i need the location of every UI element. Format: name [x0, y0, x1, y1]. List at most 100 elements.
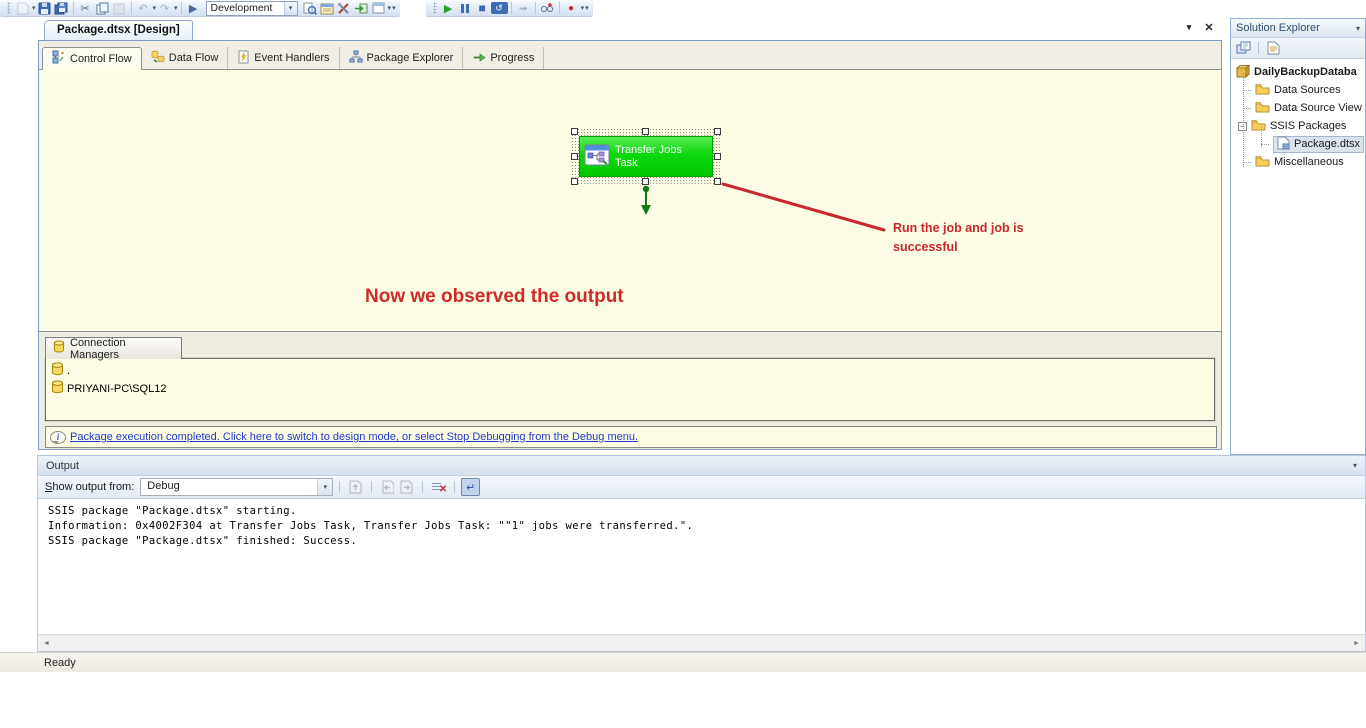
document-tab[interactable]: Package.dtsx [Design] [44, 20, 193, 40]
tree-item-data-sources[interactable]: Data Sources [1231, 81, 1365, 99]
toolbar-separator [339, 481, 340, 493]
tree-guide-stub [1243, 108, 1251, 109]
tab-progress[interactable]: Progress [463, 47, 544, 69]
configuration-combobox[interactable]: Development ▾ [206, 1, 298, 16]
redo-dropdown-icon[interactable]: ▾ [174, 4, 178, 12]
tree-item-package-dtsx[interactable]: Package.dtsx [1231, 135, 1365, 153]
find-icon[interactable] [302, 1, 319, 16]
transfer-jobs-task[interactable]: Transfer Jobs Task [579, 136, 713, 177]
toolbar-grip[interactable] [433, 2, 437, 14]
breakpoints-icon[interactable]: ● [563, 1, 580, 16]
resize-handle[interactable] [571, 128, 578, 135]
clear-all-icon[interactable]: ✕ [429, 478, 448, 496]
start-debugging-icon[interactable]: ▶ [185, 1, 202, 16]
toolbar-separator [535, 2, 536, 14]
paste-icon[interactable] [111, 1, 128, 16]
copy-icon[interactable] [94, 1, 111, 16]
resize-handle[interactable] [571, 178, 578, 185]
tree-item-ssis-packages[interactable]: − SSIS Packages [1231, 117, 1365, 135]
find-message-icon[interactable] [346, 478, 365, 496]
connection-managers-tab[interactable]: Connection Managers [45, 337, 182, 359]
scroll-right-icon[interactable]: ► [1348, 635, 1365, 651]
breakpoints-dropdown-icon[interactable]: ▾ [581, 4, 585, 12]
package-explorer-icon [349, 50, 363, 67]
connection-manager-item[interactable]: PRIYANI-PC\SQL12 [51, 380, 1209, 398]
add-window-icon[interactable] [370, 1, 387, 16]
resize-handle[interactable] [642, 128, 649, 135]
output-header[interactable]: Output ▾ [38, 456, 1365, 476]
debug-info-bar: i Package execution completed. Click her… [45, 426, 1217, 448]
stop-debugging-link[interactable]: Package execution completed. Click here … [70, 431, 638, 443]
save-icon[interactable] [36, 1, 53, 16]
tree-guide-line [1243, 73, 1244, 167]
active-files-dropdown-icon[interactable]: ▾ [1182, 22, 1196, 33]
tab-package-explorer[interactable]: Package Explorer [340, 47, 464, 69]
solution-tree: DailyBackupDataba Data Sources Data Sour… [1231, 59, 1365, 171]
save-all-icon[interactable] [53, 1, 70, 16]
tab-control-flow[interactable]: Control Flow [42, 47, 142, 70]
task-selection-marquee[interactable]: Transfer Jobs Task [571, 128, 721, 185]
connection-manager-item[interactable]: . [51, 362, 1209, 380]
output-line: SSIS package "Package.dtsx" starting. [48, 504, 1365, 519]
horizontal-scrollbar[interactable]: ◄ ► [38, 634, 1365, 651]
tab-data-flow[interactable]: Data Flow [142, 47, 229, 69]
output-source-combobox[interactable]: Debug ▾ [140, 478, 333, 496]
output-toolbar: Show output from: Debug ▾ ✕ ↵ [38, 476, 1365, 499]
next-message-icon[interactable] [397, 478, 416, 496]
tab-event-handlers[interactable]: Event Handlers [228, 47, 339, 69]
tab-label: Package Explorer [367, 52, 454, 64]
stop-debugging-icon[interactable]: ■ [474, 1, 491, 16]
tree-item-data-source-views[interactable]: Data Source View [1231, 99, 1365, 117]
configuration-value: Development [207, 2, 284, 15]
toggle-word-wrap-icon[interactable]: ↵ [461, 478, 480, 496]
configuration-dropdown-icon[interactable]: ▾ [284, 2, 297, 15]
toolbar-grip[interactable] [7, 2, 11, 14]
output-source-dropdown-icon[interactable]: ▾ [317, 479, 332, 495]
watch-icon[interactable] [539, 1, 556, 16]
start-without-debugging-icon[interactable] [353, 1, 370, 16]
add-window-dropdown-icon[interactable]: ▾ [388, 4, 392, 12]
continue-icon[interactable]: ▶ [440, 1, 457, 16]
output-panel: Output ▾ Show output from: Debug ▾ [37, 455, 1366, 652]
toolbar-overflow-icon[interactable]: ▾ [392, 4, 396, 12]
resize-handle[interactable] [714, 128, 721, 135]
tree-item-miscellaneous[interactable]: Miscellaneous [1231, 153, 1365, 171]
document-well-controls: ▾ ✕ [1182, 21, 1216, 34]
undo-icon[interactable]: ↶ [135, 1, 152, 16]
show-next-statement-icon[interactable]: ➟ [515, 1, 532, 16]
toolbar-separator [371, 481, 372, 493]
restart-icon[interactable]: ↺ [491, 2, 508, 14]
scroll-left-icon[interactable]: ◄ [38, 635, 55, 651]
output-log[interactable]: SSIS package "Package.dtsx" starting. In… [38, 499, 1365, 634]
redo-icon[interactable]: ↷ [156, 1, 173, 16]
control-flow-canvas[interactable]: Transfer Jobs Task Run the job [39, 70, 1221, 332]
new-item-icon[interactable] [14, 1, 31, 16]
properties-window-icon[interactable] [319, 1, 336, 16]
resize-handle[interactable] [714, 153, 721, 160]
tree-guide-line [1261, 127, 1262, 148]
panel-menu-dropdown-icon[interactable]: ▾ [1353, 461, 1357, 470]
properties-icon[interactable] [1235, 41, 1252, 56]
toolbox-icon[interactable] [336, 1, 353, 16]
previous-message-icon[interactable] [378, 478, 397, 496]
precedence-constraint-arrow[interactable] [639, 185, 653, 216]
pause-icon[interactable] [457, 1, 474, 16]
cut-icon[interactable]: ✂ [77, 1, 94, 16]
resize-handle[interactable] [571, 153, 578, 160]
folder-icon [1255, 155, 1270, 170]
status-text: Ready [44, 657, 76, 669]
connection-managers-panel[interactable]: . PRIYANI-PC\SQL12 [45, 358, 1215, 421]
tree-item-project[interactable]: DailyBackupDataba [1231, 63, 1365, 81]
close-document-icon[interactable]: ✕ [1202, 21, 1216, 34]
status-bar: Ready [0, 652, 1366, 672]
folder-icon [1255, 83, 1270, 98]
resize-handle[interactable] [642, 178, 649, 185]
resize-handle[interactable] [714, 178, 721, 185]
panel-menu-dropdown-icon[interactable]: ▾ [1356, 24, 1360, 33]
show-all-files-icon[interactable] [1265, 41, 1282, 56]
toolbar-separator [181, 2, 182, 14]
toolbar-separator [454, 481, 455, 493]
solution-explorer-header[interactable]: Solution Explorer ▾ [1231, 19, 1365, 38]
annotation-connector-line [39, 70, 1221, 332]
toolbar-overflow-icon[interactable]: ▾ [585, 4, 589, 12]
